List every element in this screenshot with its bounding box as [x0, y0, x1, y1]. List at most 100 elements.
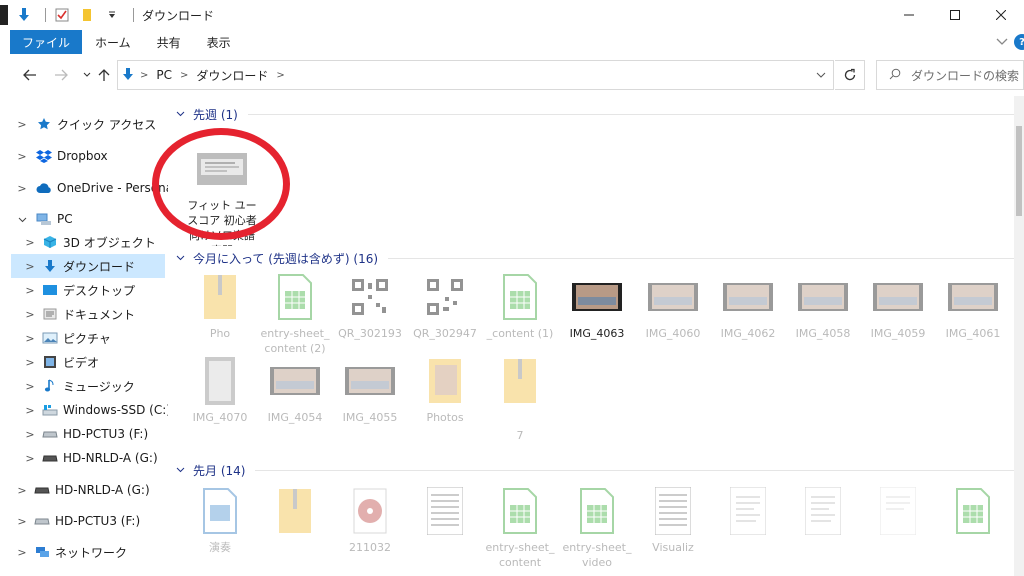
spreadsheet-icon [490, 484, 550, 538]
file-item[interactable]: 211032 [333, 484, 407, 555]
vertical-scrollbar[interactable] [1014, 96, 1024, 576]
expand-chevron-icon[interactable]: > [24, 452, 36, 465]
expand-chevron-icon[interactable]: > [24, 308, 36, 321]
file-item[interactable] [786, 484, 860, 540]
group-header-last-week[interactable]: 先週 (1) [176, 106, 1014, 123]
tab-share[interactable]: 共有 [144, 30, 194, 54]
expand-ribbon-icon[interactable] [996, 36, 1008, 49]
nav-item-hd-nrld-root[interactable]: > HD-NRLD-A (G:) [0, 478, 168, 502]
properties-check-icon[interactable] [54, 7, 70, 23]
nav-item-quick-access[interactable]: > クイック アクセス [0, 112, 168, 136]
expand-chevron-icon[interactable]: > [24, 356, 36, 369]
expand-chevron-icon[interactable]: > [24, 380, 36, 393]
address-dropdown-button[interactable] [809, 61, 833, 89]
file-item[interactable]: IMG_4058 [786, 270, 860, 341]
pc-icon [36, 211, 52, 227]
group-header-last-month[interactable]: 先月 (14) [176, 462, 1014, 479]
expand-chevron-icon[interactable]: > [16, 515, 28, 528]
file-item[interactable]: IMG_4070 [183, 354, 257, 425]
forward-button[interactable] [50, 64, 72, 86]
expand-chevron-icon[interactable]: > [16, 182, 28, 195]
nav-item-downloads[interactable]: > ダウンロード [11, 254, 165, 278]
search-input[interactable]: ダウンロードの検索 [876, 60, 1024, 90]
breadcrumb-downloads[interactable]: ダウンロード [196, 67, 268, 84]
file-item[interactable]: _content (1) [483, 270, 557, 341]
back-button[interactable] [19, 64, 41, 86]
nav-item-pc[interactable]: PC [0, 207, 168, 231]
nav-item-desktop[interactable]: > デスクトップ [0, 278, 168, 302]
maximize-button[interactable] [932, 0, 978, 30]
expand-chevron-icon[interactable]: > [16, 150, 28, 163]
nav-item-hd-pctu3[interactable]: > HD-PCTU3 (F:) [0, 422, 168, 446]
file-item[interactable]: 演奏 [183, 484, 257, 555]
nav-item-dropbox[interactable]: > Dropbox [0, 144, 168, 168]
close-button[interactable] [978, 0, 1024, 30]
file-item[interactable]: IMG_4060 [636, 270, 710, 341]
file-name: entry-sheet_content (2) [260, 327, 330, 355]
file-item[interactable]: Pho [183, 270, 257, 341]
expand-chevron-icon[interactable]: > [16, 484, 28, 497]
nav-item-3d-objects[interactable]: > 3D オブジェクト [0, 230, 168, 254]
file-item[interactable]: IMG_4059 [861, 270, 935, 341]
file-item[interactable] [861, 484, 935, 540]
chevron-down-icon[interactable] [176, 465, 185, 476]
chevron-down-icon[interactable] [176, 253, 185, 264]
nav-item-music[interactable]: > ミュージック [0, 374, 168, 398]
file-item[interactable] [258, 484, 332, 540]
up-button[interactable] [93, 64, 115, 86]
nav-item-videos[interactable]: > ビデオ [0, 350, 168, 374]
crumb-chevron-icon: > [140, 69, 149, 81]
file-item[interactable]: QR_302193 [333, 270, 407, 341]
expand-chevron-icon[interactable]: > [24, 284, 36, 297]
zip-folder-icon [265, 484, 325, 538]
collapse-chevron-icon[interactable] [16, 213, 28, 226]
nav-item-hd-pctu3-root[interactable]: > HD-PCTU3 (F:) [0, 509, 168, 533]
expand-chevron-icon[interactable]: > [24, 332, 36, 345]
nav-item-pictures[interactable]: > ピクチャ [0, 326, 168, 350]
sheet-music-icon [415, 484, 475, 538]
file-item[interactable] [408, 484, 482, 540]
minimize-button[interactable] [886, 0, 932, 30]
file-item[interactable]: IMG_4055 [333, 354, 407, 425]
file-item[interactable]: Visualiz [636, 484, 710, 555]
expand-chevron-icon[interactable]: > [24, 428, 36, 441]
expand-chevron-icon[interactable]: > [16, 118, 28, 131]
nav-item-network[interactable]: > ネットワーク [0, 540, 168, 564]
address-bar[interactable]: > PC > ダウンロード > [117, 60, 834, 90]
file-item[interactable]: 7 [483, 354, 557, 443]
file-item[interactable]: entry-sheet_content (2) [258, 270, 332, 356]
file-item[interactable]: entry-sheet_video [560, 484, 634, 570]
expand-chevron-icon[interactable]: > [24, 260, 36, 273]
file-item[interactable]: IMG_4062 [711, 270, 785, 341]
expand-chevron-icon[interactable]: > [16, 546, 28, 559]
expand-chevron-icon[interactable]: > [24, 236, 36, 249]
tab-file[interactable]: ファイル [10, 30, 83, 54]
help-icon[interactable]: ? [1014, 34, 1024, 50]
drive-icon [34, 513, 50, 529]
file-item[interactable] [711, 484, 785, 540]
group-header-this-month[interactable]: 今月に入って (先週は含めず) (16) [176, 250, 1014, 267]
customize-dropdown-icon[interactable] [104, 7, 120, 23]
file-list: 先週 (1) フィット ユースコア 初心者向けソロ楽譜専門 今月に入って (先週… [168, 100, 1014, 576]
file-item[interactable]: IMG_4063 [560, 270, 634, 341]
file-item[interactable] [936, 484, 1010, 540]
breadcrumb-pc[interactable]: PC [156, 68, 172, 82]
file-item[interactable]: QR_302947 [408, 270, 482, 341]
file-name: 211032 [349, 541, 391, 554]
nav-item-hd-nrld[interactable]: > HD-NRLD-A (G:) [0, 446, 168, 470]
chevron-down-icon[interactable] [176, 109, 185, 120]
tab-home[interactable]: ホーム [82, 30, 144, 54]
nav-item-onedrive[interactable]: > OneDrive - Persona [0, 176, 168, 200]
file-item[interactable]: IMG_4061 [936, 270, 1010, 341]
new-folder-icon[interactable] [79, 7, 95, 23]
scrollbar-thumb[interactable] [1016, 126, 1022, 216]
drive-icon [42, 426, 58, 442]
nav-item-windows-ssd[interactable]: > Windows-SSD (C:) [0, 398, 168, 422]
nav-item-documents[interactable]: > ドキュメント [0, 302, 168, 326]
expand-chevron-icon[interactable]: > [24, 404, 36, 417]
file-item[interactable]: Photos [408, 354, 482, 425]
file-item[interactable]: entry-sheet_content [483, 484, 557, 570]
refresh-button[interactable] [835, 60, 865, 90]
file-item[interactable]: IMG_4054 [258, 354, 332, 425]
tab-view[interactable]: 表示 [194, 30, 244, 54]
